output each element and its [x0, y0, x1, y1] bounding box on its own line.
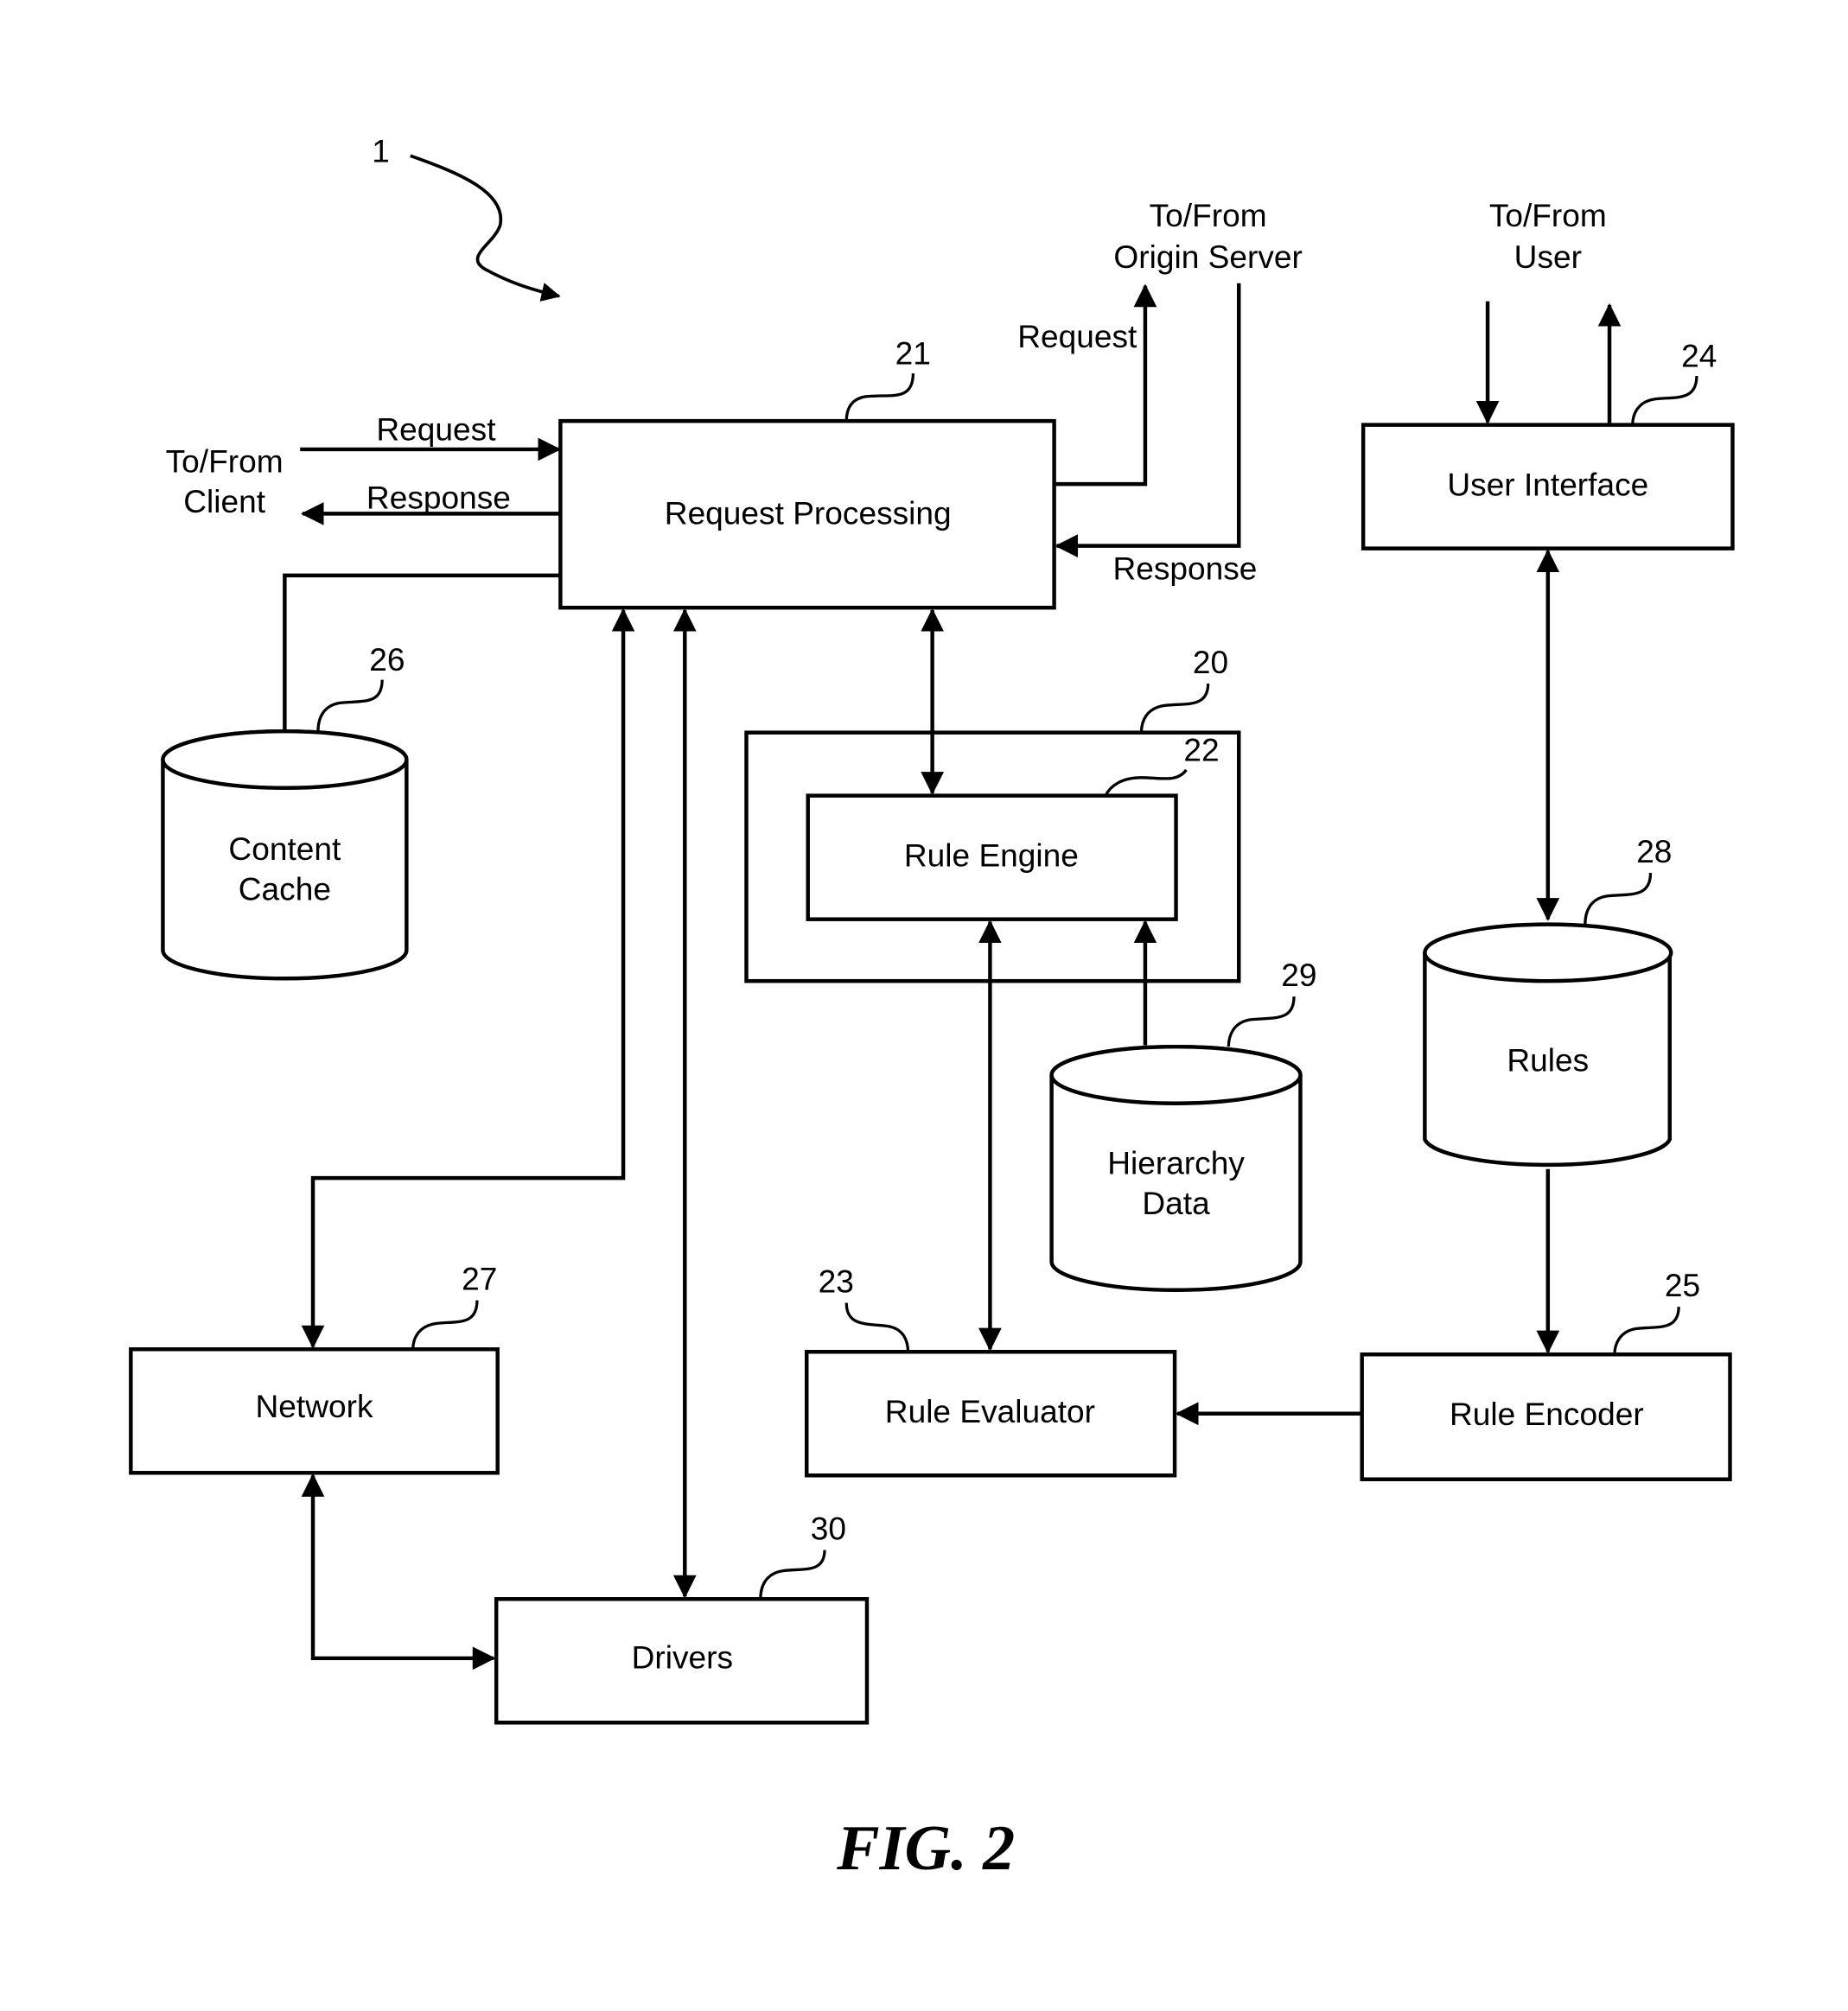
user-label-line2: User: [1514, 239, 1582, 275]
rule-engine-node[interactable]: Rule Engine: [806, 793, 1178, 921]
rule-engine-label: Rule Engine: [904, 837, 1079, 874]
leader-22: [1104, 768, 1188, 797]
rules-top: [1423, 922, 1673, 983]
content-cache-top: [161, 729, 409, 790]
user-label-line1: To/From: [1489, 197, 1607, 233]
leader-28: [1584, 872, 1653, 925]
rule-evaluator-label: Rule Evaluator: [885, 1393, 1095, 1429]
leader-20: [1139, 683, 1210, 733]
user-interface-label: User Interface: [1447, 466, 1648, 502]
user-interface-node[interactable]: User Interface: [1361, 423, 1735, 550]
rule-encoder-label: Rule Encoder: [1450, 1396, 1644, 1432]
leader-21: [844, 372, 915, 422]
ref-23: 23: [819, 1263, 854, 1300]
content-cache-label-line1: Content: [228, 830, 341, 867]
ref-27: 27: [462, 1261, 497, 1297]
ref-20: 20: [1193, 644, 1228, 680]
ref-24: 24: [1681, 338, 1717, 374]
request-processing-node[interactable]: Request Processing: [558, 418, 1056, 610]
origin-server-label-line2: Origin Server: [1113, 239, 1302, 275]
hierarchy-data-label-line1: Hierarchy: [1107, 1145, 1245, 1181]
origin-response-label: Response: [1112, 550, 1257, 586]
ref-21: 21: [895, 335, 931, 372]
rule-evaluator-node[interactable]: Rule Evaluator: [805, 1350, 1177, 1478]
client-response-label: Response: [366, 479, 511, 515]
drivers-node[interactable]: Drivers: [494, 1597, 870, 1725]
leader-30: [759, 1550, 826, 1600]
client-label-line2: Client: [183, 483, 265, 519]
ref-25: 25: [1665, 1267, 1700, 1303]
leader-24: [1631, 375, 1698, 425]
leader-23: [844, 1302, 910, 1352]
drivers-label: Drivers: [632, 1639, 733, 1676]
content-cache-label-line2: Cache: [239, 870, 331, 907]
system-diagram: 1 Request Processing 21 To/From Client R…: [129, 133, 1735, 1884]
request-processing-label: Request Processing: [665, 494, 952, 531]
hierarchy-data-label-line2: Data: [1142, 1185, 1210, 1221]
network-drivers-arrow: [301, 1473, 496, 1671]
leader-26: [316, 679, 384, 732]
ref-29: 29: [1281, 957, 1316, 993]
rules-label: Rules: [1507, 1041, 1589, 1078]
hierarchy-data-top: [1049, 1044, 1303, 1105]
ref-30: 30: [811, 1511, 846, 1547]
network-label: Network: [256, 1388, 373, 1424]
leader-25: [1613, 1307, 1680, 1355]
ref-28: 28: [1636, 833, 1672, 869]
origin-request-label: Request: [1017, 318, 1137, 354]
network-node[interactable]: Network: [129, 1347, 500, 1475]
origin-server-label-line1: To/From: [1150, 197, 1267, 233]
ref-22: 22: [1183, 731, 1219, 767]
content-cache-node[interactable]: Content Cache: [161, 729, 409, 981]
system-ref-number: 1: [372, 133, 390, 169]
leader-27: [411, 1300, 479, 1350]
rules-node[interactable]: Rules: [1423, 922, 1673, 1168]
origin-request-arrow: [1054, 283, 1157, 487]
system-ref-squiggle-arrow: [410, 154, 561, 302]
rp-network-arrow: [301, 608, 635, 1349]
client-request-label: Request: [376, 410, 496, 447]
rule-encoder-node[interactable]: Rule Encoder: [1360, 1352, 1732, 1481]
hierarchy-data-node[interactable]: Hierarchy Data: [1049, 1044, 1303, 1292]
ref-26: 26: [369, 641, 405, 678]
client-label-line1: To/From: [166, 443, 284, 480]
figure-caption: FIG. 2: [836, 1813, 1015, 1884]
leader-29: [1227, 996, 1296, 1047]
